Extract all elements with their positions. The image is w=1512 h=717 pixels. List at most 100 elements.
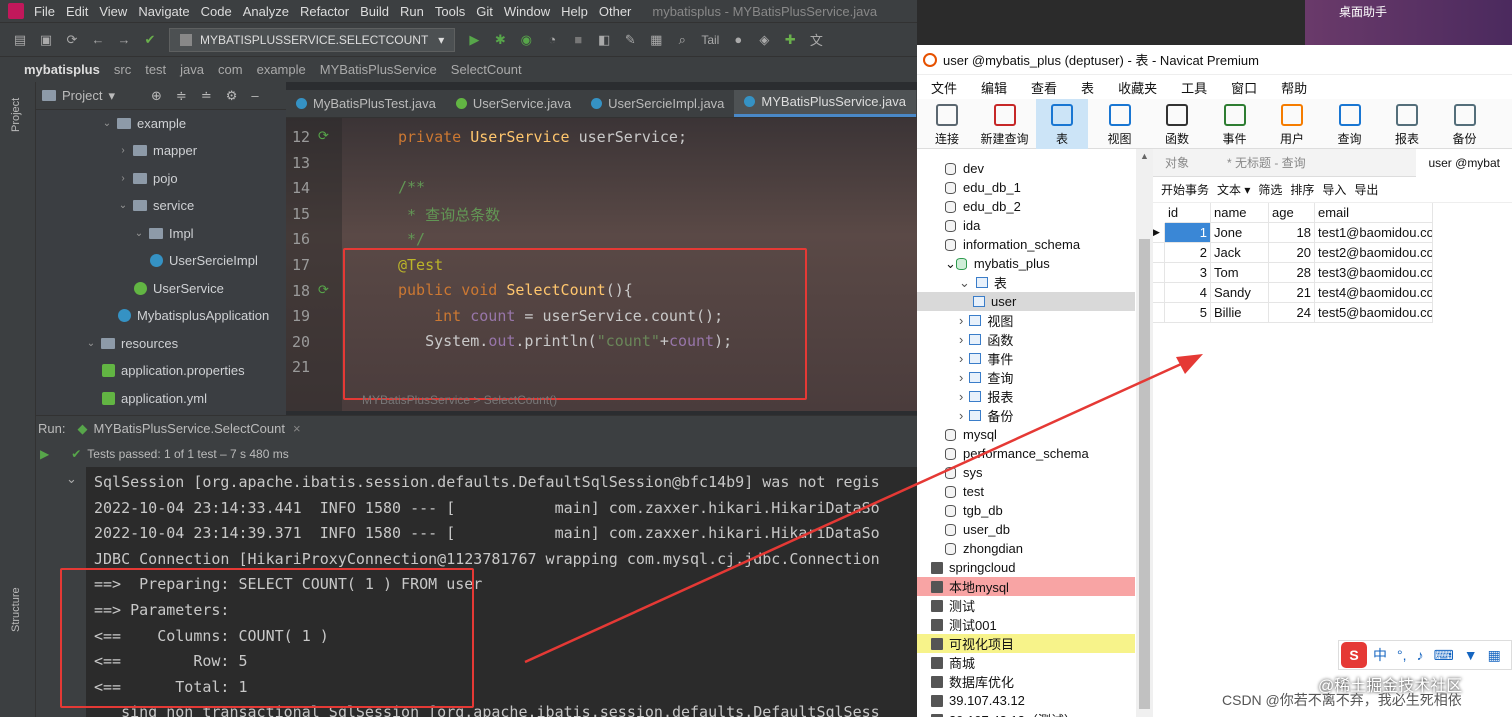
chevron-right-icon[interactable]: › (959, 313, 963, 328)
nav-tree-item[interactable]: 39.107.43.12（测试） (917, 710, 1135, 717)
object-tab[interactable]: * 无标题 - 查询 (1215, 149, 1318, 177)
nav-tree-item[interactable]: tgb_db (917, 501, 1135, 520)
nav-tree-item[interactable]: › 备份 (917, 406, 1135, 425)
save-icon[interactable]: ▣ (38, 32, 54, 48)
desktop-helper-widget[interactable]: 桌面助手 (1305, 0, 1512, 45)
coverage-icon[interactable]: ◉ (518, 32, 534, 48)
tree-item-impl[interactable]: ⌄ Impl (134, 220, 194, 246)
project-tool-tab[interactable]: Project (10, 98, 22, 132)
table-row[interactable]: 5 Billie 24 test5@baomidou.co (1153, 303, 1433, 323)
settings-wrench-icon[interactable]: ✎ (622, 32, 638, 48)
breadcrumb-item[interactable]: com (218, 62, 243, 77)
chevron-down-icon[interactable]: ⌄ (959, 275, 970, 291)
profile-icon[interactable]: ◔ (544, 32, 560, 48)
tool-函数[interactable]: 函数 (1151, 99, 1203, 149)
scrollbar-thumb[interactable] (1139, 239, 1150, 709)
skin-icon[interactable]: ▼ (1464, 647, 1478, 663)
editor-tab[interactable]: MYBatisPlusService.java (734, 90, 916, 117)
column-header[interactable]: name (1211, 203, 1269, 223)
table-cell[interactable]: test4@baomidou.co (1315, 283, 1433, 303)
tree-item-example[interactable]: ⌄ example (102, 110, 186, 136)
nav-tree-item[interactable]: 数据库优化 (917, 672, 1135, 691)
editor-tab[interactable]: UserSercieImpl.java (581, 90, 734, 117)
nav-tree-item[interactable]: ⌄ 表 (917, 273, 1135, 292)
expand-icon[interactable]: ≐ (201, 88, 212, 104)
tool-事件[interactable]: 事件 (1209, 99, 1261, 149)
tree-item-resources[interactable]: ⌄ resources (86, 330, 178, 356)
chevron-right-icon[interactable]: › (959, 332, 963, 347)
navicat-menu-item[interactable]: 工具 (1181, 78, 1207, 97)
menu-item-other[interactable]: Other (599, 4, 632, 19)
table-cell[interactable]: test3@baomidou.co (1315, 263, 1433, 283)
keyboard-icon[interactable]: ⌨ (1434, 647, 1454, 664)
tool-新建查询[interactable]: 新建查询 (979, 99, 1031, 149)
menu-item-run[interactable]: Run (400, 4, 424, 19)
scroll-up-icon[interactable]: ▲ (1140, 151, 1149, 161)
rerun-icon[interactable]: ▶ (40, 447, 49, 461)
nav-tree-item[interactable]: › 函数 (917, 330, 1135, 349)
table-cell[interactable]: Jone (1211, 223, 1269, 243)
run-icon[interactable]: ▶ (466, 32, 482, 48)
breadcrumb-item[interactable]: MYBatisPlusService (320, 62, 437, 77)
tree-item-mapper[interactable]: › mapper (118, 138, 197, 164)
breadcrumb-item[interactable]: java (180, 62, 204, 77)
object-tab[interactable]: user @mybat (1416, 148, 1512, 177)
navicat-menu-item[interactable]: 窗口 (1231, 78, 1257, 97)
tree-item-usersercieimpl[interactable]: UserSercieImpl (150, 248, 258, 274)
chevron-right-icon[interactable]: › (959, 389, 963, 404)
table-cell[interactable]: Jack (1211, 243, 1269, 263)
chevron-icon[interactable]: ⌄ (118, 200, 128, 211)
table-row[interactable]: 4 Sandy 21 test4@baomidou.co (1153, 283, 1433, 303)
nav-tree-item[interactable]: information_schema (917, 235, 1135, 254)
tool-查询[interactable]: 查询 (1324, 99, 1376, 149)
data-toolbar-button[interactable]: 导入 (1322, 181, 1346, 198)
nav-tree-item[interactable]: user_db (917, 520, 1135, 539)
navicat-menu-item[interactable]: 查看 (1031, 78, 1057, 97)
hide-icon[interactable]: – (251, 88, 258, 103)
nav-tree-item[interactable]: performance_schema (917, 444, 1135, 463)
tool-用户[interactable]: 用户 (1266, 99, 1318, 149)
database-icon[interactable]: ◈ (756, 32, 772, 48)
gear-icon[interactable]: ⚙ (226, 88, 238, 104)
chevron-down-icon[interactable]: ⌄ (945, 256, 956, 272)
table-cell[interactable]: Sandy (1211, 283, 1269, 303)
table-cell[interactable]: 28 (1269, 263, 1315, 283)
menu-item-edit[interactable]: Edit (66, 4, 88, 19)
menu-item-view[interactable]: View (99, 4, 127, 19)
data-toolbar-button[interactable]: 导出 (1354, 181, 1378, 198)
table-cell[interactable]: Tom (1211, 263, 1269, 283)
menu-item-git[interactable]: Git (476, 4, 493, 19)
navicat-menu-item[interactable]: 收藏夹 (1118, 78, 1157, 97)
table-cell[interactable]: 1 (1165, 223, 1211, 243)
menu-grid-icon[interactable]: ▦ (1488, 647, 1501, 664)
table-cell[interactable]: 2 (1165, 243, 1211, 263)
breadcrumb-item[interactable]: example (257, 62, 306, 77)
tree-item-application-yml[interactable]: application.yml (102, 385, 207, 411)
table-cell[interactable]: 3 (1165, 263, 1211, 283)
close-icon[interactable]: × (293, 421, 301, 436)
nav-tree-item[interactable]: › 事件 (917, 349, 1135, 368)
nav-tree-item[interactable]: sys (917, 463, 1135, 482)
open-folder-icon[interactable]: ▤ (12, 32, 28, 48)
breadcrumb-item[interactable]: test (145, 62, 166, 77)
chevron-down-icon[interactable]: ▾ (108, 88, 115, 104)
chevron-right-icon[interactable]: › (959, 370, 963, 385)
data-toolbar-button[interactable]: 文本 ▾ (1217, 181, 1250, 198)
chevron-icon[interactable]: ⌄ (134, 228, 144, 239)
object-tab[interactable]: 对象 (1153, 149, 1201, 177)
table-row[interactable]: ▶ 1 Jone 18 test1@baomidou.co (1153, 223, 1433, 243)
column-header[interactable]: id (1165, 203, 1211, 223)
debug-icon[interactable]: ✱ (492, 32, 508, 48)
tree-item-userservice[interactable]: UserService (134, 275, 224, 301)
run-gutter-icon-12[interactable]: ⟳ (318, 128, 329, 144)
chevron-icon[interactable]: › (118, 145, 128, 156)
menu-item-window[interactable]: Window (504, 4, 550, 19)
tree-item-service[interactable]: ⌄ service (118, 193, 194, 219)
build-hammer-icon[interactable]: ✔ (142, 32, 158, 48)
menu-item-analyze[interactable]: Analyze (243, 4, 289, 19)
nav-tree-item[interactable]: edu_db_2 (917, 197, 1135, 216)
menu-item-build[interactable]: Build (360, 4, 389, 19)
nav-tree-item[interactable]: dev (917, 159, 1135, 178)
menu-item-refactor[interactable]: Refactor (300, 4, 349, 19)
nav-tree-item[interactable]: springcloud (917, 558, 1135, 577)
